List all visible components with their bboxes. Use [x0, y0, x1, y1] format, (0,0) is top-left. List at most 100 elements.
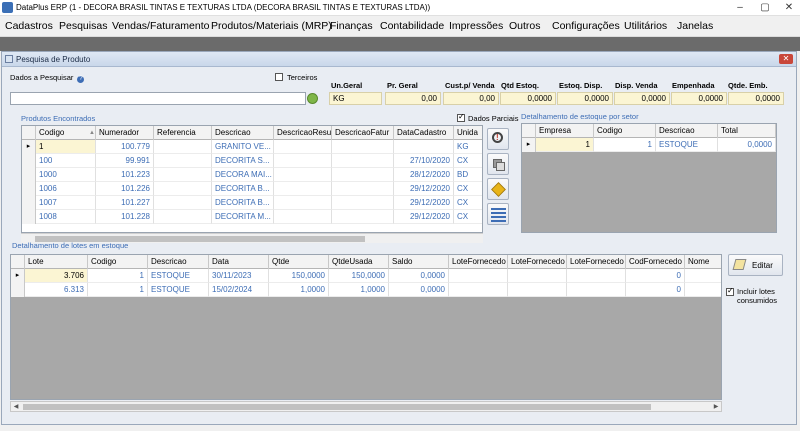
box-icon: [491, 182, 506, 197]
menu-janelas[interactable]: Janelas: [677, 20, 713, 32]
produto-cell: [332, 140, 394, 154]
col-descricao-resu[interactable]: DescricaoResu: [274, 126, 332, 140]
menu-impressoes[interactable]: Impressões: [449, 20, 503, 32]
copy-button[interactable]: [487, 153, 509, 175]
lote-row[interactable]: ▸ 3.706 1 ESTOQUE 30/11/2023 150,0000 150,0000…: [11, 269, 721, 283]
row-indicator: [22, 182, 36, 196]
produto-cell: DECORITA B...: [212, 182, 274, 196]
produto-cell: 101.227: [96, 196, 154, 210]
menu-contabilidade[interactable]: Contabilidade: [380, 20, 444, 32]
mdi-background: [0, 37, 800, 51]
window-title-bar: Pesquisa de Produto ✕: [2, 52, 796, 67]
setor-row[interactable]: ▸ 1 1 ESTOQUE 0,0000: [522, 138, 776, 152]
lote-row[interactable]: 6.313 1 ESTOQUE 15/02/2024 1,0000 1,0000 0,000…: [11, 283, 721, 297]
produto-row[interactable]: 1008 101.228 DECORITA M... 29/12/2020 CX: [22, 210, 482, 224]
lotes-col-descricao[interactable]: Descricao: [148, 255, 209, 269]
row-indicator: [22, 168, 36, 182]
produto-cell: KG: [454, 140, 482, 154]
lotes-col-nome[interactable]: Nome: [685, 255, 721, 269]
window-close-button[interactable]: ✕: [779, 54, 793, 64]
lotes-col-data[interactable]: Data: [209, 255, 269, 269]
terceiros-label: Terceiros: [287, 73, 318, 82]
produto-row[interactable]: 1007 101.227 DECORITA B... 29/12/2020 CX: [22, 196, 482, 210]
setor-col-empresa[interactable]: Empresa: [536, 124, 594, 138]
lotes-col-lote-fornecedor-1[interactable]: LoteFornecedo: [449, 255, 508, 269]
lotes-col-cod-fornecedor[interactable]: CodFornecedo: [626, 255, 685, 269]
lotes-col-qtde-usada[interactable]: QtdeUsada: [329, 255, 389, 269]
setor-grid[interactable]: Empresa Codigo Descricao Total ▸ 1 1 ESTOQU…: [521, 123, 777, 233]
col-referencia[interactable]: Referencia: [154, 126, 212, 140]
lotes-col-lote-fornecedor-2[interactable]: LoteFornecedo: [508, 255, 567, 269]
editar-button[interactable]: Editar: [728, 254, 783, 276]
terceiros-checkbox[interactable]: [275, 73, 283, 81]
label-qtd-estoq: Qtd Estoq.: [501, 81, 539, 90]
search-go-icon[interactable]: [307, 93, 318, 104]
col-codigo[interactable]: Codigo: [36, 126, 96, 140]
lote-cell: 0,0000: [389, 269, 449, 283]
lotes-col-saldo[interactable]: Saldo: [389, 255, 449, 269]
col-unidade[interactable]: Unida: [454, 126, 482, 140]
maximize-button[interactable]: ▢: [753, 0, 777, 16]
menu-utilitarios[interactable]: Utilitários: [624, 20, 667, 32]
row-indicator: [22, 210, 36, 224]
setor-col-codigo[interactable]: Codigo: [594, 124, 656, 138]
help-icon[interactable]: ?: [77, 76, 85, 83]
lote-cell: 0,0000: [389, 283, 449, 297]
app-icon: [2, 2, 13, 13]
close-app-button[interactable]: ✕: [777, 0, 800, 16]
produto-cell: [154, 140, 212, 154]
produto-row[interactable]: 100 99.991 DECORITA S... 27/10/2020 CX: [22, 154, 482, 168]
lote-cell: [685, 283, 721, 297]
menu-vendas[interactable]: Vendas/Faturamento: [112, 20, 209, 32]
minimize-button[interactable]: –: [728, 0, 752, 16]
dados-parciais-checkbox[interactable]: [457, 112, 465, 122]
menu-configuracoes[interactable]: Configurações: [552, 20, 620, 32]
main-hscroll-thumb[interactable]: [23, 404, 651, 410]
produtos-grid[interactable]: Codigo Numerador Referencia Descricao De…: [21, 125, 483, 233]
box-button[interactable]: [487, 178, 509, 200]
menu-pesquisas[interactable]: Pesquisas: [59, 20, 107, 32]
menu-cadastros[interactable]: Cadastros: [5, 20, 53, 32]
produto-cell: 29/12/2020: [394, 182, 454, 196]
lotes-col-lote[interactable]: Lote: [25, 255, 88, 269]
produto-cell: [274, 196, 332, 210]
scroll-left-icon[interactable]: ◀: [11, 402, 21, 412]
col-descricao-fatur[interactable]: DescricaoFatur: [332, 126, 394, 140]
produto-row[interactable]: 1006 101.226 DECORITA B... 29/12/2020 CX: [22, 182, 482, 196]
produto-cell: 29/12/2020: [394, 196, 454, 210]
produto-cell: GRANITO VE...: [212, 140, 274, 154]
produtos-title: Produtos Encontrados: [21, 114, 96, 123]
setor-title: Detalhamento de estoque por setor: [521, 112, 639, 121]
lote-cell: 1,0000: [269, 283, 329, 297]
col-numerador[interactable]: Numerador: [96, 126, 154, 140]
setor-col-total[interactable]: Total: [718, 124, 776, 138]
lotes-grid[interactable]: Lote Codigo Descricao Data Qtde QtdeUsad…: [10, 254, 722, 400]
menu-outros[interactable]: Outros: [509, 20, 541, 32]
lotes-col-qtde[interactable]: Qtde: [269, 255, 329, 269]
menu-financas[interactable]: Finanças: [330, 20, 373, 32]
list-button[interactable]: [487, 203, 509, 225]
setor-col-descricao[interactable]: Descricao: [656, 124, 718, 138]
search-input[interactable]: [10, 92, 306, 105]
produto-cell: DECORITA B...: [212, 196, 274, 210]
label-un-geral: Un.Geral: [331, 81, 363, 90]
produto-cell: [394, 140, 454, 154]
scroll-right-icon[interactable]: ▶: [711, 402, 721, 412]
col-descricao[interactable]: Descricao: [212, 126, 274, 140]
lotes-col-codigo[interactable]: Codigo: [88, 255, 148, 269]
field-disp-venda: 0,0000: [614, 92, 670, 105]
lote-cell: 1: [88, 283, 148, 297]
lotes-col-lote-fornecedor-3[interactable]: LoteFornecedo: [567, 255, 626, 269]
field-qtde-emb: 0,0000: [728, 92, 784, 105]
col-data-cadastro[interactable]: DataCadastro: [394, 126, 454, 140]
produto-row[interactable]: 1000 101.223 DECORA MAI... 28/12/2020 BD: [22, 168, 482, 182]
main-hscroll[interactable]: ◀ ▶: [10, 401, 722, 412]
incluir-lotes-checkbox[interactable]: [726, 286, 734, 296]
produto-cell: DECORITA M...: [212, 210, 274, 224]
menu-produtos[interactable]: Produtos/Materiais (MRP): [211, 20, 332, 32]
produto-cell: [154, 196, 212, 210]
lote-cell: ESTOQUE: [148, 269, 209, 283]
produto-row[interactable]: ▸ 1 100.779 GRANITO VE... KG: [22, 140, 482, 154]
produto-cell: 27/10/2020: [394, 154, 454, 168]
detail-search-button[interactable]: !: [487, 128, 509, 150]
